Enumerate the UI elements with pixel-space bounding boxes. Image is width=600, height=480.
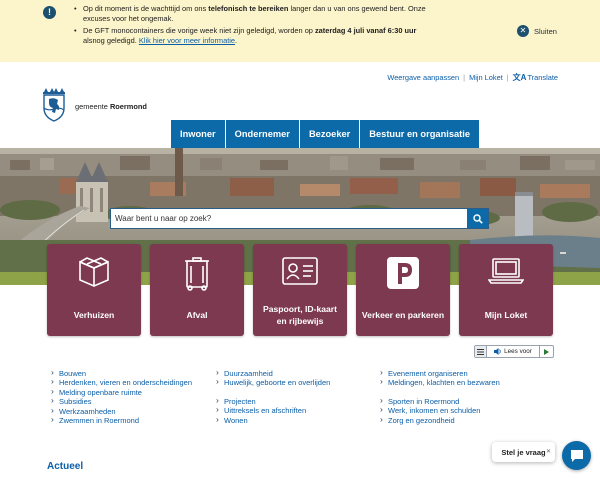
section-title-actueel: Actueel	[47, 461, 84, 472]
notice-text: alsnog geledigd.	[83, 36, 139, 45]
logo-text: gemeente Roermond	[75, 102, 147, 111]
link-bouwen[interactable]: Bouwen	[50, 368, 200, 378]
waste-bin-icon	[150, 257, 244, 291]
tile-label: Afval	[186, 310, 208, 320]
close-chat-prompt-icon[interactable]: ✕	[546, 448, 551, 455]
link-werk-inkomen[interactable]: Werk, inkomen en schulden	[379, 405, 549, 415]
notice-text: .	[235, 36, 238, 45]
tile-label: Mijn Loket	[484, 310, 528, 320]
link-projecten[interactable]: Projecten	[215, 396, 365, 406]
link-wonen[interactable]: Wonen	[215, 415, 365, 425]
logo-name: Roermond	[109, 101, 147, 111]
separator: |	[463, 73, 466, 82]
display-settings-link[interactable]: Weergave aanpassen	[387, 73, 459, 82]
utility-links: Weergave aanpassen | Mijn Loket | 文A Tra…	[387, 72, 558, 83]
links-column-1: Bouwen Herdenken, vieren en onderscheidi…	[50, 368, 200, 425]
translate-icon: 文A	[512, 73, 527, 82]
coat-of-arms-icon	[43, 88, 65, 122]
read-aloud-widget[interactable]: Lees voor	[474, 345, 554, 358]
notice-banner: ! Op dit moment is de wachttijd om ons t…	[0, 0, 600, 62]
links-column-2: Duurzaamheid Huwelijk, geboorte en overl…	[215, 368, 365, 425]
chat-prompt[interactable]: Stel je vraag ✕	[492, 442, 555, 462]
close-notice-button[interactable]: ✕ Sluiten	[517, 24, 557, 38]
link-herdenken[interactable]: Herdenken, vieren en onderscheidingen	[50, 377, 200, 387]
link-melding-openbare-ruimte[interactable]: Melding openbare ruimte	[50, 387, 200, 397]
tile-afval[interactable]: Afval	[150, 244, 244, 336]
id-card-icon	[253, 257, 347, 285]
notice-text: De GFT monocontainers die vorige week ni…	[83, 26, 315, 35]
links-column-3: Evenement organiseren Meldingen, klachte…	[379, 368, 549, 425]
notice-item-phone: Op dit moment is de wachttijd om ons tel…	[70, 4, 430, 24]
separator: |	[506, 73, 509, 82]
nav-bestuur[interactable]: Bestuur en organisatie	[360, 120, 480, 149]
moving-box-icon	[47, 257, 141, 287]
link-duurzaamheid[interactable]: Duurzaamheid	[215, 368, 365, 378]
tile-label: Paspoort, ID-kaart en rijbewijs	[262, 304, 338, 326]
chat-prompt-label: Stel je vraag	[501, 447, 546, 457]
link-uittreksels[interactable]: Uittreksels en afschriften	[215, 405, 365, 415]
link-evenement[interactable]: Evenement organiseren	[379, 368, 549, 378]
menu-icon[interactable]	[475, 346, 487, 357]
info-icon: !	[43, 6, 56, 19]
play-icon[interactable]	[539, 346, 553, 357]
search-input[interactable]	[111, 209, 467, 228]
tile-mijn-loket[interactable]: Mijn Loket	[459, 244, 553, 336]
parking-icon	[356, 257, 450, 289]
link-zwemmen[interactable]: Zwemmen in Roermond	[50, 415, 200, 425]
notice-bold: telefonisch te bereiken	[208, 4, 289, 13]
link-sporten[interactable]: Sporten in Roermond	[379, 396, 549, 406]
main-navigation: Inwoner Ondernemer Bezoeker Bestuur en o…	[171, 120, 480, 149]
link-huwelijk[interactable]: Huwelijk, geboorte en overlijden	[215, 377, 365, 387]
chat-icon	[570, 449, 583, 462]
notice-list: Op dit moment is de wachttijd om ons tel…	[70, 4, 430, 48]
translate-label: Translate	[527, 73, 558, 82]
tile-paspoort[interactable]: Paspoort, ID-kaart en rijbewijs	[253, 244, 347, 336]
laptop-icon	[459, 257, 553, 285]
nav-ondernemer[interactable]: Ondernemer	[225, 120, 300, 149]
close-icon: ✕	[517, 25, 529, 37]
nav-inwoner[interactable]: Inwoner	[171, 120, 226, 149]
search-bar	[110, 208, 489, 229]
link-subsidies[interactable]: Subsidies	[50, 396, 200, 406]
read-aloud-label: Lees voor	[504, 348, 532, 355]
read-aloud-button[interactable]: Lees voor	[487, 346, 539, 357]
municipality-logo[interactable]: gemeente Roermond	[41, 88, 147, 122]
search-button[interactable]	[467, 209, 488, 228]
chat-button[interactable]	[562, 441, 591, 470]
notice-text: Op dit moment is de wachttijd om ons	[83, 4, 209, 13]
search-icon	[472, 213, 483, 224]
mijn-loket-link[interactable]: Mijn Loket	[469, 73, 503, 82]
link-meldingen-klachten[interactable]: Meldingen, klachten en bezwaren	[379, 377, 549, 387]
more-info-link[interactable]: Klik hier voor meer informatie	[139, 36, 235, 45]
speaker-icon	[494, 348, 501, 355]
link-werkzaamheden[interactable]: Werkzaamheden	[50, 406, 200, 416]
tile-label: Verhuizen	[73, 310, 115, 320]
close-label: Sluiten	[534, 26, 557, 36]
logo-prefix: gemeente	[75, 101, 108, 111]
notice-bold: zaterdag 4 juli vanaf 6:30 uur	[314, 26, 417, 35]
translate-link[interactable]: 文A Translate	[513, 72, 558, 83]
tile-verhuizen[interactable]: Verhuizen	[47, 244, 141, 336]
notice-item-gft: De GFT monocontainers die vorige week ni…	[70, 26, 430, 46]
link-zorg[interactable]: Zorg en gezondheid	[379, 415, 549, 425]
nav-bezoeker[interactable]: Bezoeker	[299, 120, 361, 149]
tile-label: Verkeer en parkeren	[361, 310, 445, 320]
tile-verkeer[interactable]: Verkeer en parkeren	[356, 244, 450, 336]
